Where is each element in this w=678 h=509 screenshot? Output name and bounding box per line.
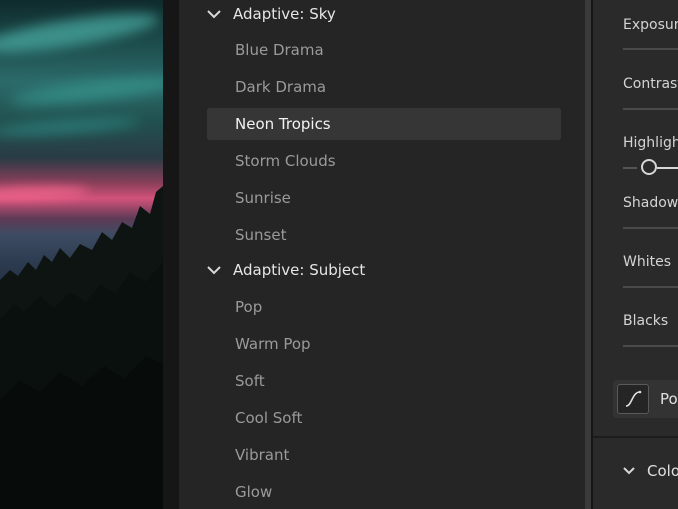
color-section-header[interactable]: Color: [621, 462, 678, 480]
preset-item-storm-clouds[interactable]: Storm Clouds: [207, 145, 561, 177]
whites-slider[interactable]: [623, 286, 678, 288]
preset-label: Vibrant: [235, 446, 290, 464]
preset-label: Storm Clouds: [235, 152, 336, 170]
chevron-down-icon: [623, 467, 635, 475]
presets-panel: Adaptive: Sky Blue Drama Dark Drama Neon…: [179, 0, 585, 509]
adjustment-label-blacks: Blacks: [623, 313, 669, 329]
preset-label: Sunset: [235, 226, 287, 244]
preset-label: Glow: [235, 483, 273, 501]
preset-item-cool-soft[interactable]: Cool Soft: [207, 402, 561, 434]
preset-item-sunrise[interactable]: Sunrise: [207, 182, 561, 214]
preset-item-glow[interactable]: Glow: [207, 476, 561, 508]
preset-item-vibrant[interactable]: Vibrant: [207, 439, 561, 471]
contrast-slider[interactable]: [623, 108, 678, 110]
preset-item-pop[interactable]: Pop: [207, 291, 561, 323]
edit-panel: Exposure Contrast Highlights Shadows Whi…: [593, 0, 678, 509]
photo-canvas[interactable]: [0, 0, 163, 509]
point-curve-label: Point Curve: [660, 390, 678, 408]
section-divider: [593, 436, 678, 438]
shadows-slider[interactable]: [623, 227, 678, 229]
tree-silhouette: [0, 186, 163, 509]
adjustment-label-exposure: Exposure: [623, 17, 678, 33]
chevron-down-icon: [207, 266, 221, 275]
group-label: Adaptive: Sky: [233, 5, 336, 23]
adjustment-label-highlights: Highlights: [623, 135, 678, 151]
highlights-slider-track[interactable]: [623, 167, 637, 169]
preset-label: Dark Drama: [235, 78, 327, 96]
preset-label: Soft: [235, 372, 265, 390]
adjustment-label-whites: Whites: [623, 254, 672, 270]
group-label: Adaptive: Subject: [233, 261, 366, 279]
highlights-slider-thumb[interactable]: [641, 159, 657, 175]
exposure-slider[interactable]: [623, 48, 678, 50]
preset-item-warm-pop[interactable]: Warm Pop: [207, 328, 561, 360]
point-curve-icon: [617, 384, 649, 414]
preset-label: Cool Soft: [235, 409, 303, 427]
color-section-label: Color: [647, 462, 678, 480]
highlights-slider-track[interactable]: [657, 167, 678, 169]
chevron-down-icon: [207, 10, 221, 19]
preset-item-dark-drama[interactable]: Dark Drama: [207, 71, 561, 103]
preset-label: Warm Pop: [235, 335, 311, 353]
adjustment-label-contrast: Contrast: [623, 76, 678, 92]
preset-label: Pop: [235, 298, 263, 316]
preset-item-blue-drama[interactable]: Blue Drama: [207, 34, 561, 66]
preset-label: Blue Drama: [235, 41, 324, 59]
blacks-slider[interactable]: [623, 345, 678, 347]
preset-item-soft[interactable]: Soft: [207, 365, 561, 397]
group-header-adaptive-sky[interactable]: Adaptive: Sky: [205, 1, 336, 27]
preset-item-neon-tropics[interactable]: Neon Tropics: [207, 108, 561, 140]
panel-divider: [163, 0, 179, 509]
preset-item-sunset[interactable]: Sunset: [207, 219, 561, 251]
group-header-adaptive-subject[interactable]: Adaptive: Subject: [205, 257, 365, 283]
adjustment-label-shadows: Shadows: [623, 195, 678, 211]
preset-label: Neon Tropics: [235, 115, 331, 133]
preset-label: Sunrise: [235, 189, 291, 207]
